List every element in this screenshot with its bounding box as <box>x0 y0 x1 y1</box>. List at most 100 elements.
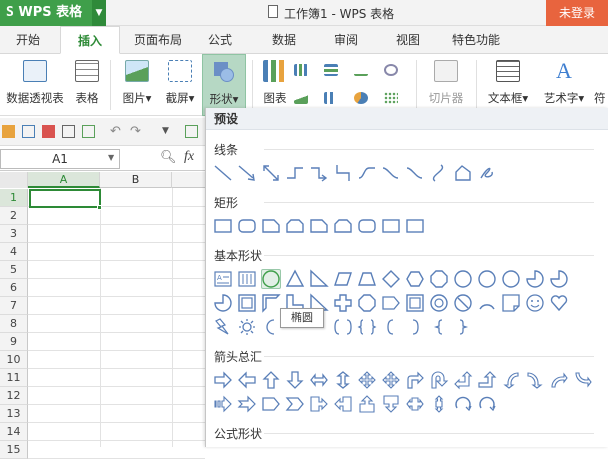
row-header-8[interactable]: 8 <box>0 315 28 333</box>
picture-button[interactable]: 图片▾ <box>116 54 158 116</box>
row-header-9[interactable]: 9 <box>0 333 28 351</box>
screenshot-button[interactable]: 截屏▾ <box>160 54 200 116</box>
basic-shape-donut-icon[interactable] <box>429 293 449 313</box>
app-menu-button[interactable]: S WPS 表格 <box>0 0 106 26</box>
table-button[interactable]: 表格 <box>70 54 104 116</box>
basic-shape-circ-icon[interactable] <box>453 269 473 289</box>
basic-shape-octagon-icon[interactable] <box>357 293 377 313</box>
line-shape-elbowa-icon[interactable] <box>309 163 329 183</box>
column-header-b[interactable]: B <box>100 172 172 188</box>
textbox-button[interactable]: 文本框▾ <box>482 54 534 116</box>
line-shape-scribble-icon[interactable] <box>477 163 497 183</box>
arrow-shape-abent-icon[interactable] <box>405 370 425 390</box>
arrow-shape-anotch-icon[interactable] <box>237 394 257 414</box>
active-cell-a1[interactable] <box>29 189 101 208</box>
basic-shape-heart-icon[interactable] <box>549 293 569 313</box>
arrow-shape-alr-icon[interactable] <box>309 370 329 390</box>
arrow-shape-aleft-icon[interactable] <box>237 370 257 390</box>
arrow-shape-chevron-icon[interactable] <box>285 394 305 414</box>
rect-shape-snip2-icon[interactable] <box>285 216 305 236</box>
arrow-shape-acurvr-icon[interactable] <box>501 370 521 390</box>
basic-shape-hex-icon[interactable] <box>405 269 425 289</box>
column-header-a[interactable]: A <box>28 172 100 188</box>
line-shape-dblarrow-icon[interactable] <box>261 163 281 183</box>
customize-chevron-icon[interactable]: ▼ <box>162 125 175 138</box>
basic-shape-para-icon[interactable] <box>333 269 353 289</box>
arrow-shape-aquad-icon[interactable] <box>381 370 401 390</box>
scatter-chart-icon[interactable] <box>384 92 398 104</box>
basic-shape-pentarrow-icon[interactable] <box>381 293 401 313</box>
arrow-shape-aleftup-icon[interactable] <box>453 370 473 390</box>
basic-shape-tri-icon[interactable] <box>285 269 305 289</box>
wordart-button[interactable]: A 艺术字▾ <box>536 54 592 116</box>
pie-chart-icon[interactable] <box>354 92 368 104</box>
arrow-shape-circarrow-icon[interactable] <box>477 394 497 414</box>
line-shape-freeform-icon[interactable] <box>453 163 473 183</box>
stock-chart-icon[interactable] <box>324 92 338 104</box>
row-header-10[interactable]: 10 <box>0 351 28 369</box>
basic-shape-rbracket-icon[interactable] <box>405 317 425 337</box>
basic-shape-circ-icon[interactable] <box>477 269 497 289</box>
basic-shape-rbrace-icon[interactable] <box>453 317 473 337</box>
row-header-2[interactable]: 2 <box>0 207 28 225</box>
rect-shape-rect-icon[interactable] <box>213 216 233 236</box>
row-header-15[interactable]: 15 <box>0 441 28 459</box>
line-shape-curvea-icon[interactable] <box>381 163 401 183</box>
name-box-chevron-icon[interactable]: ▼ <box>108 153 114 162</box>
basic-shape-sun-icon[interactable] <box>237 317 257 337</box>
rect-shape-rect-icon[interactable] <box>405 216 425 236</box>
arrow-shape-callr-icon[interactable] <box>309 394 329 414</box>
symbol-button[interactable]: 符 <box>594 54 608 116</box>
rect-shape-snip-icon[interactable] <box>261 216 281 236</box>
basic-shape-rtri-icon[interactable] <box>309 269 329 289</box>
row-header-14[interactable]: 14 <box>0 423 28 441</box>
line-shape-line-icon[interactable] <box>213 163 233 183</box>
zoom-search-icon[interactable]: 🔍︎ <box>160 150 177 165</box>
row-header-7[interactable]: 7 <box>0 297 28 315</box>
arrow-shape-aud-icon[interactable] <box>333 370 353 390</box>
arrow-shape-circarrow-icon[interactable] <box>453 394 473 414</box>
arrow-shape-abentup-icon[interactable] <box>477 370 497 390</box>
arrow-shape-calllr-icon[interactable] <box>405 394 425 414</box>
export-pdf-icon[interactable] <box>42 125 55 138</box>
arrow-shape-aright-icon[interactable] <box>213 370 233 390</box>
line-shape-curve-icon[interactable] <box>357 163 377 183</box>
row-header-13[interactable]: 13 <box>0 405 28 423</box>
rect-shape-snip2-icon[interactable] <box>333 216 353 236</box>
tab-review[interactable]: 审阅 <box>326 26 366 54</box>
open-icon[interactable] <box>2 125 15 138</box>
rect-shape-rrect-icon[interactable] <box>357 216 377 236</box>
row-header-6[interactable]: 6 <box>0 279 28 297</box>
basic-shape-nosign-icon[interactable] <box>453 293 473 313</box>
basic-shape-pie-icon[interactable] <box>213 293 233 313</box>
basic-shape-pie-icon[interactable] <box>525 269 545 289</box>
line-chart-icon[interactable] <box>354 64 368 76</box>
arrow-shape-aup-icon[interactable] <box>261 370 281 390</box>
line-shape-scurve-icon[interactable] <box>429 163 449 183</box>
rect-shape-rect-icon[interactable] <box>381 216 401 236</box>
chart-button[interactable]: 图表 <box>258 54 292 116</box>
row-header-11[interactable]: 11 <box>0 369 28 387</box>
basic-shape-vtext-icon[interactable] <box>237 269 257 289</box>
basic-shape-pie-icon[interactable] <box>549 269 569 289</box>
line-shape-elbow-icon[interactable] <box>285 163 305 183</box>
arrow-shape-calll-icon[interactable] <box>333 394 353 414</box>
spreadsheet-grid[interactable] <box>0 172 205 447</box>
arrow-shape-astripe-icon[interactable] <box>213 394 233 414</box>
rect-shape-snip-icon[interactable] <box>309 216 329 236</box>
shapes-button[interactable]: 形状▾ <box>202 54 246 116</box>
area-chart-icon[interactable] <box>294 92 308 104</box>
print-icon[interactable] <box>62 125 75 138</box>
tab-home[interactable]: 开始 <box>8 26 48 54</box>
basic-shape-textbox-icon[interactable]: A <box>213 269 233 289</box>
arrow-shape-acurvd-icon[interactable] <box>573 370 593 390</box>
column-chart-icon[interactable] <box>294 64 308 76</box>
arrow-shape-calluq-icon[interactable] <box>429 394 449 414</box>
save-icon[interactable] <box>22 125 35 138</box>
tab-formulas[interactable]: 公式 <box>200 26 240 54</box>
line-shape-elbowb-icon[interactable] <box>333 163 353 183</box>
basic-shape-lbracket-icon[interactable] <box>381 317 401 337</box>
basic-shape-frame-icon[interactable] <box>237 293 257 313</box>
chevron-down-icon[interactable]: ▼ <box>92 0 106 26</box>
undo-icon[interactable]: ↶ <box>110 125 123 138</box>
